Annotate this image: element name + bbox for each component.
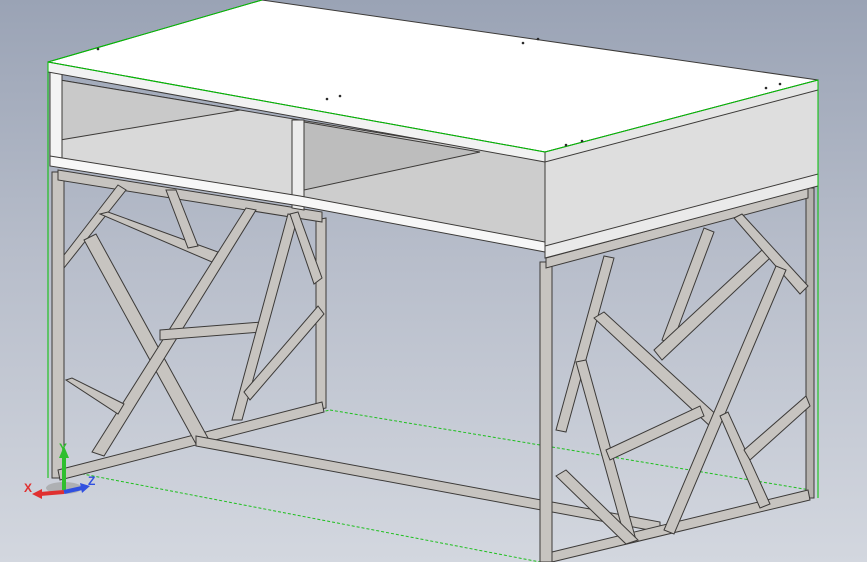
front-left-post — [51, 171, 65, 479]
left-strut-10 — [64, 377, 125, 415]
left-strut-2 — [83, 233, 209, 445]
left-end-panel — [49, 69, 63, 161]
x-axis-arrowhead — [32, 489, 42, 499]
bottom-stretcher — [195, 435, 661, 533]
left-leg-frame — [51, 169, 327, 481]
screw-dot — [764, 86, 768, 90]
right-leg-back — [805, 187, 815, 499]
screw-dot — [325, 97, 329, 101]
axis-triad: X Y Z — [24, 441, 95, 499]
back-right-post — [805, 187, 815, 499]
right-strut-8 — [605, 405, 705, 461]
right-strut-10 — [743, 395, 811, 461]
screw-dot — [564, 143, 568, 147]
right-strut-9 — [719, 411, 771, 509]
desk-3d-model[interactable] — [0, 0, 867, 562]
front-right-post — [539, 261, 553, 562]
screw-dot — [536, 37, 540, 41]
screw-dot — [521, 41, 525, 45]
x-axis-arrow — [39, 490, 65, 496]
screw-dot — [338, 94, 342, 98]
left-strut-7 — [231, 213, 299, 421]
left-strut-3 — [98, 211, 219, 263]
right-strut-1 — [555, 255, 615, 433]
screw-dot — [580, 139, 584, 143]
graphics-viewport[interactable]: X Y Z — [0, 0, 867, 562]
y-axis-label: Y — [59, 441, 67, 455]
x-axis-label: X — [24, 481, 32, 495]
bottom-stretcher-bar — [195, 435, 661, 533]
screw-dot — [96, 47, 100, 51]
z-axis-label: Z — [88, 474, 95, 488]
screw-dot — [778, 82, 782, 86]
ground-line-front — [61, 469, 541, 562]
